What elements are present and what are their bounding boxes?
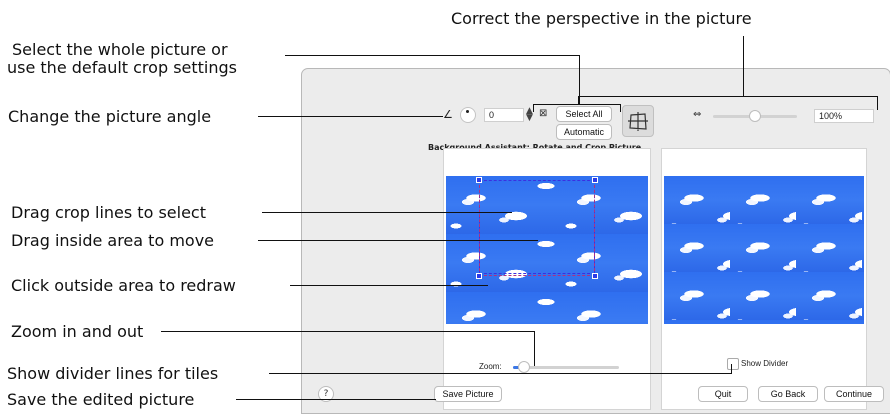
leader-drag-inside [258,240,538,241]
leader-drag-crop [262,212,512,213]
leader-angle [258,116,443,117]
callout-click-outside: Click outside area to redraw [11,276,236,295]
callout-perspective: Correct the perspective in the picture [451,9,752,28]
save-picture-button[interactable]: Save Picture [434,386,502,402]
callout-select-whole-line1: Select the whole picture or [12,40,228,59]
callout-zoom: Zoom in and out [11,322,144,341]
crop-handle-bottom-right[interactable] [592,273,598,279]
crop-handle-bottom-left[interactable] [476,273,482,279]
perspective-grid-icon [628,112,648,131]
fit-width-icon: ⇔ [693,109,702,120]
zoom-label: Zoom: [479,362,502,371]
go-back-button[interactable]: Go Back [758,386,818,402]
quit-button[interactable]: Quit [698,386,748,402]
show-divider-checkbox[interactable] [727,358,739,370]
crop-handle-top-left[interactable] [476,177,482,183]
callout-drag-inside: Drag inside area to move [11,231,214,250]
angle-dial[interactable] [460,107,476,123]
angle-stepper[interactable]: ▲ ▼ [526,107,533,123]
callout-show-divider: Show divider lines for tiles [7,364,219,383]
callout-save: Save the edited picture [7,390,195,409]
perspective-slider-thumb[interactable] [749,110,761,122]
leader-select-h [285,55,580,56]
leader-perspective-h [578,96,878,97]
automatic-button[interactable]: Automatic [556,124,612,140]
leader-show-divider-v [731,364,732,374]
callout-angle: Change the picture angle [8,107,212,126]
perspective-button[interactable] [622,105,654,137]
zoom-percent-field[interactable]: 100% [814,109,874,123]
zoom-slider-thumb[interactable] [518,361,530,373]
angle-input[interactable]: 0 [484,108,524,122]
leader-zoom [161,331,534,332]
callout-drag-crop: Drag crop lines to select [11,203,206,222]
leader-zoom-v [534,331,535,366]
show-divider-label: Show Divider [741,359,789,368]
zoom-slider-track[interactable] [513,361,619,373]
perspective-slider-track[interactable] [713,110,797,122]
leader-save [236,399,436,400]
leader-select-bracket [533,104,621,112]
leader-select-v [579,55,580,104]
crop-area-lower[interactable] [479,180,595,276]
leader-show-divider [269,373,731,374]
leader-click-outside [290,285,488,286]
leader-perspective-v2 [877,96,878,110]
crop-handle-top-right[interactable] [592,177,598,183]
tiled-picture [664,176,864,324]
callout-select-whole-line2: use the default crop settings [7,58,237,77]
leader-perspective-up [743,36,744,96]
continue-button[interactable]: Continue [824,386,884,402]
angle-icon: ∠ [443,108,453,121]
angle-dial-dot-icon [466,110,469,113]
